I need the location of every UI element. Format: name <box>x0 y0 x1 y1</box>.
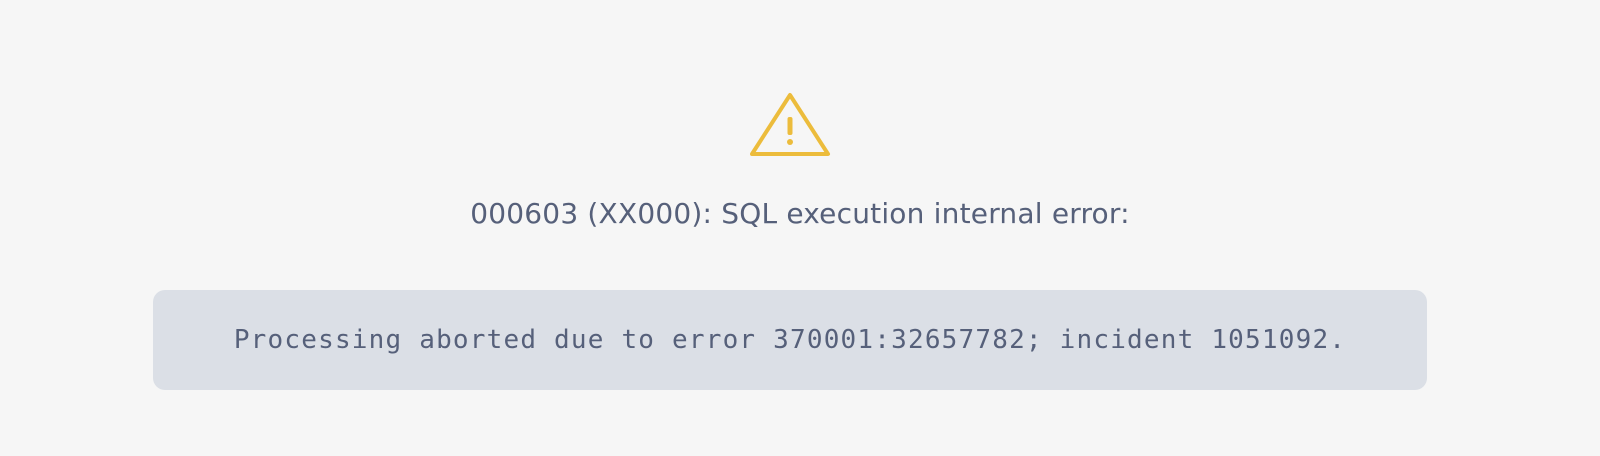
warning-triangle-icon <box>750 93 830 156</box>
error-message-text: Processing aborted due to error 370001:3… <box>233 325 1347 355</box>
error-panel: 000603 (XX000): SQL execution internal e… <box>0 0 1600 456</box>
error-title: 000603 (XX000): SQL execution internal e… <box>470 197 1130 230</box>
error-message-box: Processing aborted due to error 370001:3… <box>153 290 1427 390</box>
